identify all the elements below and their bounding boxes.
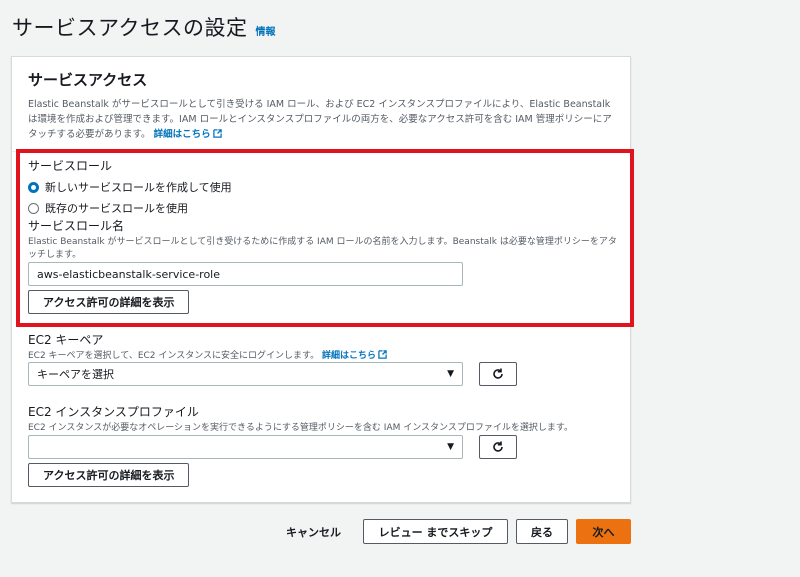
instance-profile-controls: ▼: [28, 435, 517, 459]
instance-profile-section: EC2 インスタンスプロファイル EC2 インスタンスが必要なオペレーションを実…: [28, 403, 618, 435]
service-role-name-label: サービスロール名: [28, 219, 125, 233]
cancel-button[interactable]: キャンセル: [286, 524, 341, 540]
instance-profile-label: EC2 インスタンスプロファイル: [28, 405, 199, 419]
radio-existing-role[interactable]: 既存のサービスロールを使用: [28, 199, 232, 217]
external-link-icon: [212, 129, 222, 138]
caret-down-icon: ▼: [447, 442, 454, 452]
service-role-name-input[interactable]: aws-elasticbeanstalk-service-role: [28, 262, 463, 286]
service-role-details-wrap: アクセス許可の詳細を表示: [28, 290, 190, 314]
service-role-details-button[interactable]: アクセス許可の詳細を表示: [28, 290, 190, 314]
service-role-name-input-wrap: aws-elasticbeanstalk-service-role: [28, 262, 463, 286]
page-title: サービスアクセスの設定: [12, 16, 248, 40]
radio-existing-role-label: 既存のサービスロールを使用: [45, 202, 188, 215]
learn-more-link[interactable]: 詳細はこちら: [154, 129, 222, 140]
panel-description: Elastic Beanstalk がサービスロールとして引き受ける IAM ロ…: [28, 97, 618, 142]
keypair-select[interactable]: キーペアを選択 ▼: [28, 362, 463, 386]
keypair-section: EC2 キーペア EC2 キーペアを選択して、EC2 インスタンスに安全にログイ…: [28, 331, 618, 363]
service-role-name-desc: Elastic Beanstalk がサービスロールとして引き受けるために作成す…: [28, 237, 617, 260]
radio-unselected-icon[interactable]: [28, 202, 39, 214]
instance-profile-refresh-button[interactable]: [479, 435, 517, 459]
next-button[interactable]: 次へ: [576, 519, 631, 544]
keypair-desc-text: EC2 キーペアを選択して、EC2 インスタンスに安全にログインします。: [28, 351, 320, 361]
caret-down-icon: ▼: [447, 369, 454, 379]
instance-profile-details-wrap: アクセス許可の詳細を表示: [28, 463, 190, 487]
panel-title: サービスアクセス: [28, 71, 148, 89]
refresh-icon: [493, 441, 503, 452]
panel-header: サービスアクセス Elastic Beanstalk がサービスロールとして引き…: [28, 69, 618, 142]
keypair-select-value: キーペアを選択: [37, 368, 114, 381]
skip-to-review-button[interactable]: レビュー までスキップ: [363, 519, 508, 544]
keypair-controls: キーペアを選択 ▼: [28, 362, 517, 386]
keypair-label: EC2 キーペア: [28, 333, 104, 347]
keypair-learn-more-link[interactable]: 詳細はこちら: [322, 350, 387, 361]
page-header: サービスアクセスの設定 情報: [12, 12, 275, 42]
radio-new-role-label: 新しいサービスロールを作成して使用: [45, 181, 232, 194]
back-button[interactable]: 戻る: [516, 519, 568, 544]
radio-new-role[interactable]: 新しいサービスロールを作成して使用: [28, 178, 232, 196]
service-role-section: サービスロール 新しいサービスロールを作成して使用 既存のサービスロールを使用: [28, 157, 232, 217]
service-role-name-section: サービスロール名 Elastic Beanstalk がサービスロールとして引き…: [28, 217, 618, 262]
service-role-label: サービスロール: [28, 159, 113, 173]
refresh-icon: [493, 368, 503, 379]
instance-profile-select[interactable]: ▼: [28, 435, 463, 459]
keypair-refresh-button[interactable]: [479, 362, 517, 386]
instance-profile-details-button[interactable]: アクセス許可の詳細を表示: [28, 463, 190, 487]
instance-profile-desc: EC2 インスタンスが必要なオペレーションを実行できるようにする管理ポリシーを含…: [28, 423, 573, 433]
radio-selected-icon[interactable]: [28, 181, 39, 193]
panel-description-text: Elastic Beanstalk がサービスロールとして引き受ける IAM ロ…: [28, 99, 612, 140]
external-link-icon: [378, 350, 387, 359]
info-link[interactable]: 情報: [255, 23, 275, 38]
